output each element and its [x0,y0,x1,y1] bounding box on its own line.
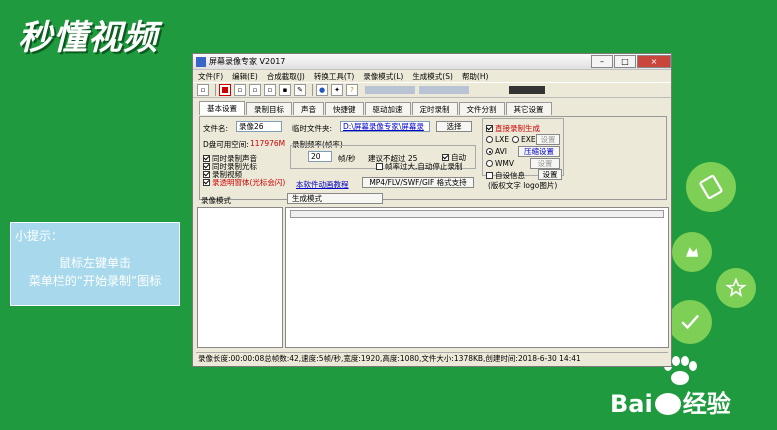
app-icon [196,56,206,67]
exe-apply-button[interactable]: 设置 [536,134,560,145]
cb-auto-stop[interactable]: 帧率过大,自动停止录制 [376,161,462,172]
star-icon [716,268,756,308]
disk-space-value: 117976M [250,139,286,148]
tab-basic[interactable]: 基本设置 [199,101,245,115]
tab-timer[interactable]: 定时录制 [411,102,458,115]
choose-folder-button[interactable]: 选择 [436,121,472,132]
baidu-jingyan-logo: Bai 经验 [610,384,731,419]
tip-line-2: 菜单栏的“开始录制”图标 [28,274,162,288]
tip-line-1: 鼠标左键单击 [58,256,131,270]
filename-input[interactable]: 录像26 [236,121,282,132]
pen-icon[interactable]: ✎ [294,84,306,96]
wmv-settings-button[interactable]: 设置 [530,158,560,169]
cb-transparent-window[interactable]: 录透明窗体(光标会闪) [203,177,285,188]
baidu-text: Bai [610,390,653,418]
title-bar: 屏幕录像专家 V2017 – □ × [193,54,671,70]
radio-lxe[interactable]: LXE [486,135,509,144]
cb-direct-generate[interactable]: 直接录制生成 [486,123,540,134]
tab-driver[interactable]: 驱动加速 [364,102,411,115]
custom-info-settings-button[interactable]: 设置 [538,169,562,180]
tab-target[interactable]: 录制目标 [246,102,292,115]
temp-folder-input[interactable]: D:\屏幕录像专家\屏幕录 [340,121,430,132]
fps-unit: 帧/秒 [338,154,356,163]
menu-bar: 文件(F) 编辑(E) 合成截取(J) 转换工具(T) 录像模式(L) 生成模式… [193,70,671,82]
output-progress-bar [290,210,664,218]
disk-space-label: D盘可用空间: [203,140,249,149]
tutorial-link[interactable]: 本软件动画教程 [296,179,349,190]
menu-file[interactable]: 文件(F) [198,71,223,82]
status-bar: 录像长度:00:00:08总帧数:42,速度:5帧/秒,宽度:1920,高度:1… [196,352,668,363]
fps-input[interactable]: 20 [308,151,332,162]
output-mode-header[interactable]: 生成模式 [287,193,383,204]
tip-title: 小提示： [15,229,64,243]
copyright-note: (版权文字 logo图片) [488,181,558,190]
play-icon[interactable]: ▫ [264,84,276,96]
minimize-button[interactable]: – [591,55,613,68]
window-title: 屏幕录像专家 V2017 [209,57,286,66]
compress-settings-button[interactable]: 压缩设置 [518,146,560,157]
start-record-icon[interactable] [219,84,231,96]
maximize-button[interactable]: □ [614,55,636,68]
blurred-ad [365,86,415,94]
blurred-badge [509,86,545,94]
checklist-icon [668,300,712,344]
menu-output-mode[interactable]: 生成模式(S) [412,71,453,82]
output-mode-list[interactable] [285,207,669,348]
record-mode-title: 录像模式 [201,196,231,205]
radio-wmv[interactable]: WMV [486,159,514,168]
menu-edit[interactable]: 编辑(E) [232,71,258,82]
tip-box: 小提示： 鼠标左键单击 菜单栏的“开始录制”图标 [10,222,180,306]
stop-icon[interactable]: ▫ [249,84,261,96]
hand-icon [672,232,712,272]
toolbar: ▫ ▫ ▫ ▫ ▪ ✎ ● ✦ ? [193,82,671,98]
menu-compose[interactable]: 合成截取(J) [267,71,305,82]
tab-strip: 基本设置 录制目标 声音 快捷键 驱动加速 定时录制 文件分割 其它设置 [193,101,671,115]
radio-avi[interactable]: AVI [486,147,507,156]
help-icon[interactable]: ? [346,84,358,96]
menu-record-mode[interactable]: 录像模式(L) [363,71,403,82]
record-settings-icon[interactable]: ✦ [331,84,343,96]
basic-settings-panel: 文件名: 录像26 D盘可用空间: 117976M 同时录制声音 同时录制光标 … [199,116,667,200]
menu-convert[interactable]: 转换工具(T) [314,71,354,82]
tab-split[interactable]: 文件分割 [458,102,505,115]
format-support-button[interactable]: MP4/FLV/SWF/GIF 格式支持 [362,177,474,188]
tab-hotkeys[interactable]: 快捷键 [325,102,364,115]
camera-icon[interactable]: ▪ [279,84,291,96]
close-button[interactable]: × [637,55,671,68]
record-mode-list[interactable] [197,207,283,348]
tab-other[interactable]: 其它设置 [505,102,552,115]
blurred-ad-2 [419,86,469,94]
du-paw-mark [654,393,681,415]
tab-sound[interactable]: 声音 [293,102,324,115]
settings-icon[interactable]: ● [316,84,328,96]
pause-icon[interactable]: ▫ [234,84,246,96]
card-icon [686,162,736,212]
jingyan-text: 经验 [682,390,731,418]
radio-exe[interactable]: EXE [512,135,536,144]
menu-help[interactable]: 帮助(H) [462,71,489,82]
new-file-icon[interactable]: ▫ [197,84,209,96]
app-window: 屏幕录像专家 V2017 – □ × 文件(F) 编辑(E) 合成截取(J) 转… [192,53,672,367]
status-text: 录像长度:00:00:08总帧数:42,速度:5帧/秒,宽度:1920,高度:1… [198,353,581,363]
temp-folder-label: 临时文件夹: [292,124,333,133]
brand-logo: 秒懂视频 [18,18,158,58]
filename-label: 文件名: [203,124,229,133]
